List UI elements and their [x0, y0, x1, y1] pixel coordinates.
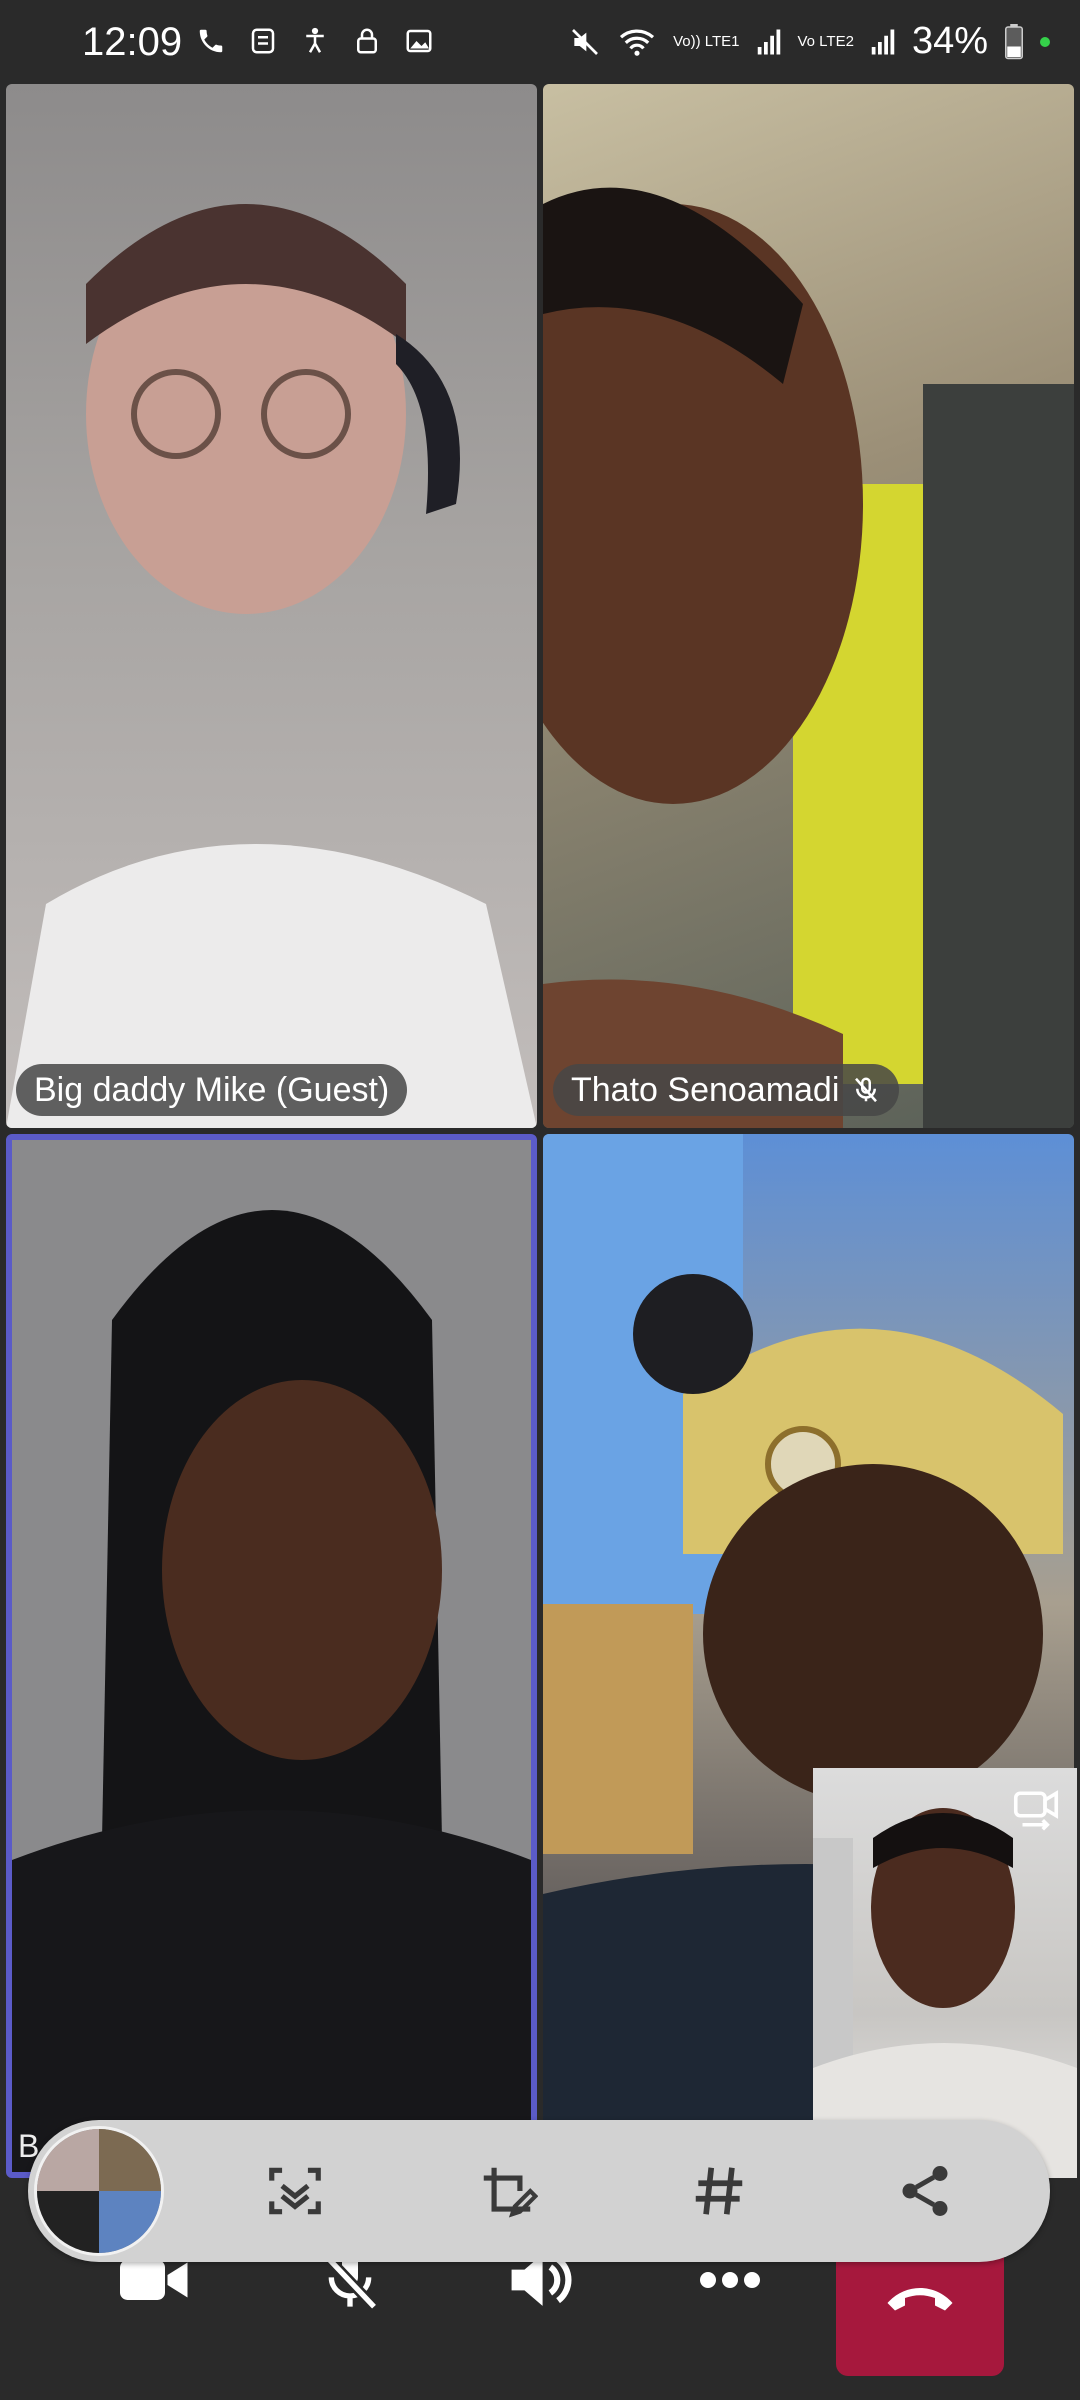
wifi-icon [620, 29, 655, 56]
edit-share-icon [483, 2167, 538, 2218]
capture-icon [269, 2167, 321, 2215]
video-icon [120, 2260, 188, 2300]
thumb-quadrant [99, 2129, 161, 2191]
more-icon [700, 2272, 760, 2288]
phone-icon [199, 29, 223, 53]
sim2-label: Vo LTE2 [797, 32, 854, 50]
participant-name: Thato Senoamadi [571, 1070, 840, 1109]
gallery-thumbnail[interactable] [34, 2126, 164, 2256]
edit-share-button[interactable] [472, 2156, 542, 2226]
switch-camera-button[interactable] [1009, 1782, 1063, 1841]
participant-name-label: Big daddy Mike (Guest) [16, 1064, 408, 1116]
hangup-icon [887, 2288, 953, 2311]
participant-video [12, 1140, 531, 2172]
signal-icon [871, 29, 895, 54]
thumb-quadrant [99, 2191, 161, 2253]
participant-name-label: Thato Senoamadi [553, 1064, 900, 1116]
share-icon [902, 2166, 948, 2216]
status-bar: 12:09 Vo)) LTE1 Vo LTE2 34% [0, 0, 1080, 80]
privacy-dot [1040, 36, 1050, 47]
gallery-icon [406, 29, 432, 53]
participant-tile-3-active-speaker[interactable] [6, 1134, 537, 2178]
share-button[interactable] [890, 2156, 960, 2226]
clock: 12:09 [82, 20, 183, 64]
capture-button[interactable] [260, 2156, 330, 2226]
signal-icon [757, 29, 780, 54]
participant-tile-2[interactable]: Thato Senoamadi [543, 84, 1074, 1128]
mute-icon [572, 28, 599, 55]
hashtag-button[interactable] [684, 2156, 754, 2226]
thumb-quadrant [37, 2129, 99, 2191]
system-icons: Vo)) LTE1 Vo LTE2 34% [569, 20, 1050, 63]
participant-video [543, 187, 1074, 1128]
voicemail-icon [251, 28, 275, 54]
participant-name: Big daddy Mike (Guest) [34, 1070, 390, 1109]
mic-off-icon [855, 1077, 878, 1103]
lock-icon [357, 28, 377, 54]
battery-percentage: 34% [911, 20, 988, 62]
participant-video [6, 204, 537, 1128]
thumb-quadrant [37, 2191, 99, 2253]
hashtag-icon [695, 2167, 743, 2215]
sim1-label: Vo)) LTE1 [673, 32, 740, 50]
self-video-preview[interactable] [813, 1768, 1077, 2178]
battery-icon [1005, 23, 1023, 59]
participant-tile-1[interactable]: Big daddy Mike (Guest) [6, 84, 537, 1128]
call-actions-toolbar [28, 2120, 1050, 2262]
notification-icons [196, 26, 434, 56]
accessibility-icon [306, 27, 324, 53]
switch-camera-icon [1013, 1790, 1059, 1831]
